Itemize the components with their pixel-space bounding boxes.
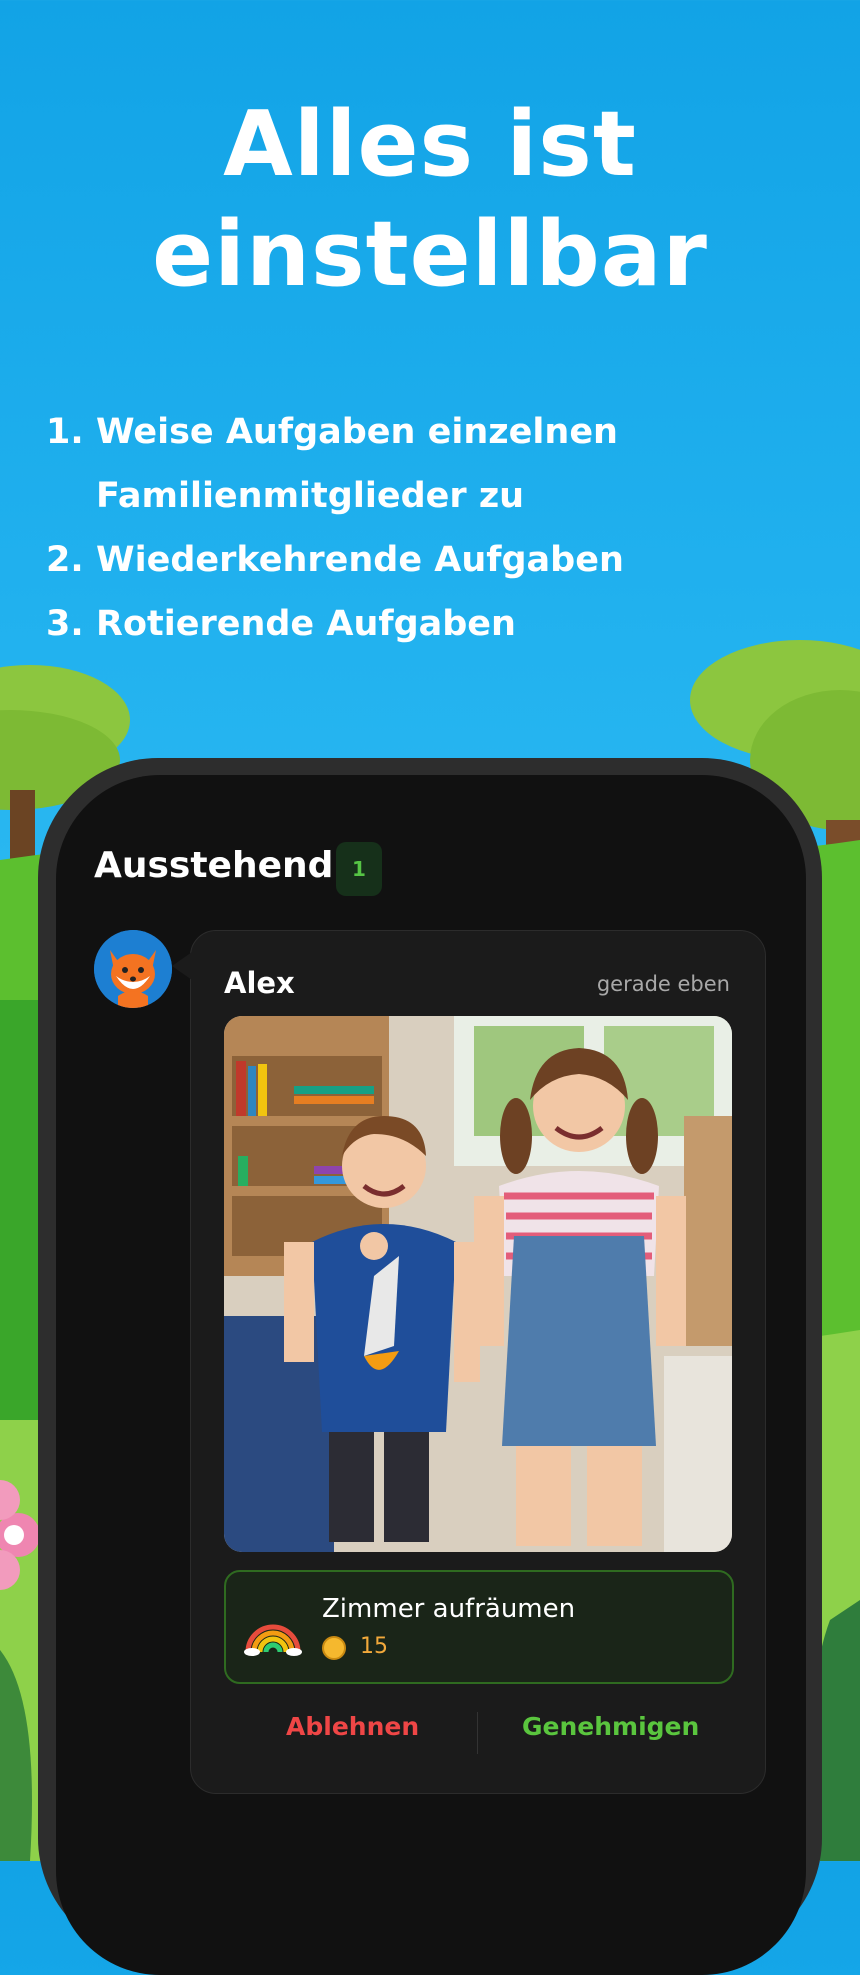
headline-line-1: Alles ist	[223, 92, 637, 197]
pending-count-badge: 1	[336, 842, 382, 896]
feature-item-3: 3. Rotierende Aufgaben	[46, 604, 516, 644]
submitter-name: Alex	[224, 966, 295, 1000]
approve-button[interactable]: Genehmigen	[522, 1712, 699, 1741]
feature-item-2: 2. Wiederkehrende Aufgaben	[46, 540, 624, 580]
card-pointer	[172, 952, 192, 980]
feature-item-1: 1. Weise Aufgaben einzelnen Familienmitg…	[46, 412, 618, 516]
rainbow-icon	[244, 1624, 302, 1656]
headline-line-2: einstellbar	[152, 202, 708, 307]
submission-time: gerade eben	[596, 972, 730, 996]
feature-list: 1. Weise Aufgaben einzelnen Familienmitg…	[46, 400, 624, 656]
reject-button[interactable]: Ablehnen	[286, 1712, 419, 1741]
task-title: Zimmer aufräumen	[322, 1594, 576, 1624]
children-photo-illustration	[224, 1016, 732, 1552]
submission-photo[interactable]	[224, 1016, 732, 1552]
section-title: Ausstehend	[94, 845, 334, 886]
button-divider	[477, 1712, 478, 1754]
task-card[interactable]: Zimmer aufräumen 15	[224, 1570, 734, 1684]
headline: Alles ist einstellbar	[0, 90, 860, 310]
fox-avatar-icon	[94, 930, 172, 1008]
coin-icon	[322, 1636, 346, 1660]
reward-amount: 15	[360, 1634, 388, 1659]
avatar[interactable]	[94, 930, 172, 1008]
